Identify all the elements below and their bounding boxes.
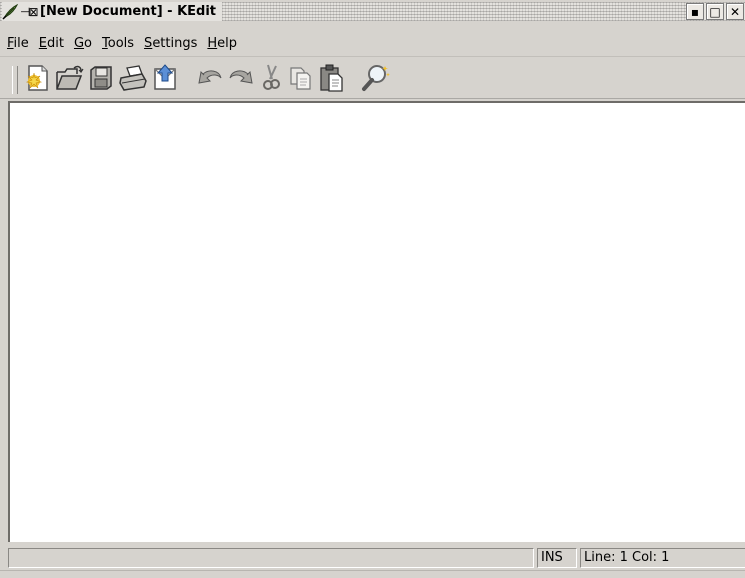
menu-tools[interactable]: Tools <box>98 34 138 54</box>
status-bar: INS Line: 1 Col: 1 <box>0 546 745 570</box>
kedit-feather-icon[interactable] <box>2 3 20 20</box>
copy-icon <box>290 67 311 90</box>
redo-icon <box>229 70 253 84</box>
save-button[interactable] <box>86 62 116 94</box>
menu-bar: File Edit Go Tools Settings Help <box>0 32 745 57</box>
status-message <box>8 548 534 568</box>
redo-button[interactable] <box>226 62 256 94</box>
window-bottom-border <box>0 570 745 578</box>
find-button[interactable] <box>361 62 391 94</box>
sticky-pin-icon[interactable]: ⊣⊠ <box>20 5 38 19</box>
minimize-button[interactable]: ▪ <box>686 3 704 20</box>
insert-mode-indicator: INS <box>537 548 577 568</box>
copy-button[interactable] <box>286 62 316 94</box>
find-magnifier-icon <box>362 65 390 91</box>
paste-button[interactable] <box>316 62 346 94</box>
menu-settings[interactable]: Settings <box>140 34 201 54</box>
menu-edit[interactable]: Edit <box>35 34 68 54</box>
text-editor-area[interactable] <box>8 101 745 542</box>
menu-help[interactable]: Help <box>203 34 241 54</box>
new-document-button[interactable] <box>22 62 52 94</box>
new-document-icon <box>25 65 48 91</box>
menu-go[interactable]: Go <box>70 34 96 54</box>
maximize-button[interactable]: □ <box>706 3 724 20</box>
undo-button[interactable] <box>195 62 225 94</box>
mail-send-icon <box>154 64 176 90</box>
title-icons: ⊣⊠ <box>2 2 40 21</box>
main-toolbar <box>0 58 745 99</box>
paste-icon <box>320 64 343 92</box>
window-title: [New Document] - KEdit <box>40 2 223 21</box>
print-button[interactable] <box>118 62 148 94</box>
toolbar-drag-handle[interactable] <box>12 66 18 94</box>
menu-file[interactable]: File <box>3 34 33 54</box>
open-file-button[interactable] <box>54 62 84 94</box>
undo-icon <box>198 70 222 84</box>
print-icon <box>119 65 147 91</box>
kedit-window: ⊣⊠ [New Document] - KEdit ▪ □ ✕ File Edi… <box>0 0 745 578</box>
open-folder-icon <box>56 65 84 90</box>
cut-scissors-icon <box>263 64 280 90</box>
send-mail-button[interactable] <box>150 62 180 94</box>
window-controls: ▪ □ ✕ <box>686 3 745 20</box>
save-floppy-icon <box>90 66 112 90</box>
title-bar[interactable]: ⊣⊠ [New Document] - KEdit ▪ □ ✕ <box>0 2 745 21</box>
close-button[interactable]: ✕ <box>726 3 744 20</box>
cursor-position: Line: 1 Col: 1 <box>580 548 745 568</box>
cut-button[interactable] <box>256 62 286 94</box>
